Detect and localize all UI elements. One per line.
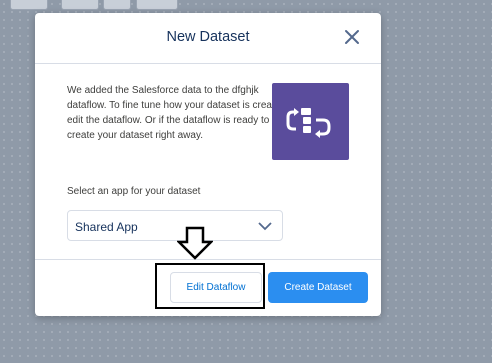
dataflow-icon <box>272 83 349 160</box>
modal-header: New Dataset <box>35 13 381 64</box>
app-select[interactable]: Shared App <box>67 210 283 241</box>
down-arrow-annotation <box>177 226 213 260</box>
toolbar-button[interactable] <box>61 0 99 10</box>
modal-description: We added the Salesforce data to the dfgh… <box>67 85 289 141</box>
chevron-down-icon <box>258 222 272 231</box>
close-icon[interactable] <box>343 28 361 46</box>
toolbar-button[interactable] <box>136 0 178 10</box>
edit-dataflow-button[interactable]: Edit Dataflow <box>170 272 262 303</box>
create-dataset-button[interactable]: Create Dataset <box>268 272 368 303</box>
background-toolbar <box>0 0 492 10</box>
app-select-label: Select an app for your dataset <box>67 186 201 197</box>
toolbar-button[interactable] <box>10 0 48 10</box>
modal-title: New Dataset <box>166 29 250 45</box>
new-dataset-modal: New Dataset We added the Salesforce data… <box>35 13 381 316</box>
toolbar-button[interactable] <box>103 0 131 10</box>
app-select-value: Shared App <box>75 220 138 234</box>
